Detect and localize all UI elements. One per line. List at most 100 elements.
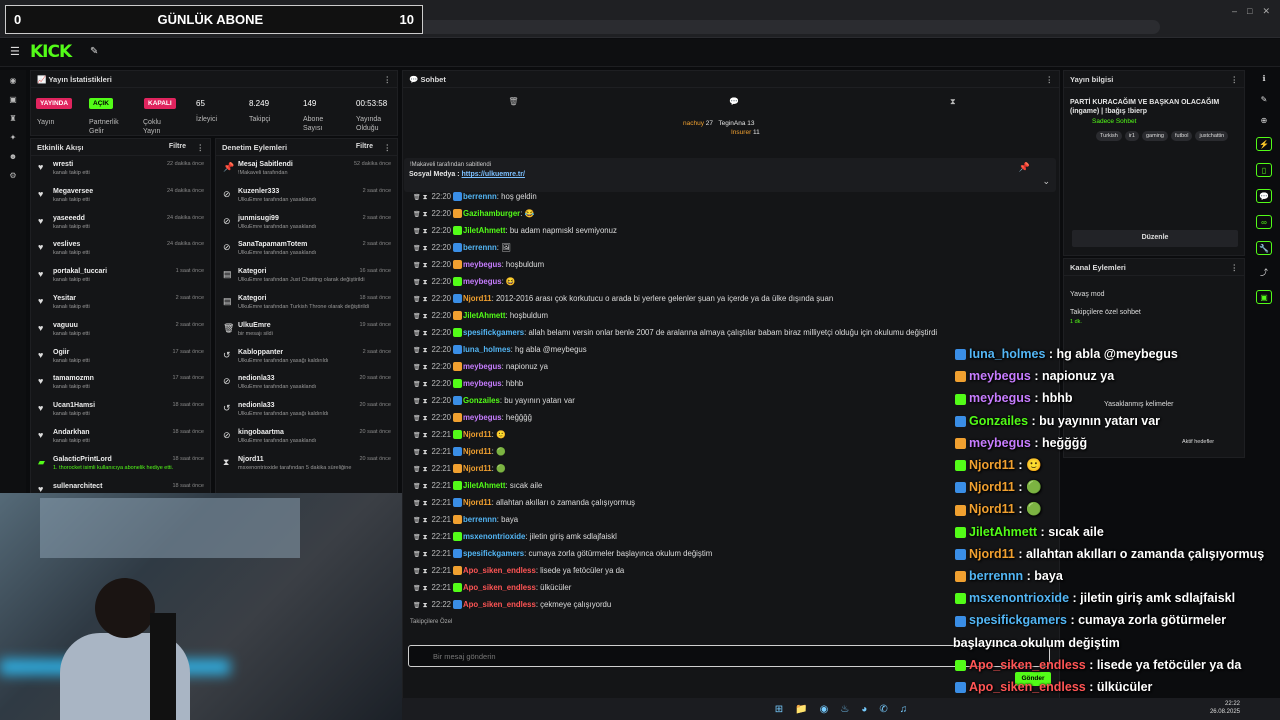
chat-username[interactable]: meybegus [463,277,502,286]
timeout-icon[interactable]: ⧗ [421,500,428,507]
edit-button[interactable]: Düzenle [1072,230,1238,247]
delete-icon[interactable]: 🗑 [413,365,421,371]
timeout-icon[interactable]: ⧗ [421,347,428,354]
timeout-icon[interactable]: ⧗ [421,398,428,405]
delete-icon[interactable]: 🗑 [413,484,421,490]
window-controls[interactable]: – □ ✕ [1232,6,1270,17]
chat-username[interactable]: msxenontrioxide [463,532,525,541]
minimize-icon[interactable]: – [1232,6,1237,17]
delete-icon[interactable]: 🗑 [413,535,421,541]
timeout-icon[interactable]: ⧗ [421,449,428,456]
chat-username[interactable]: berrennn [463,243,497,252]
delete-icon[interactable]: 🗑 [413,399,421,405]
chat-username[interactable]: Njord11 [463,498,492,507]
chat-username[interactable]: Njord11 [463,294,492,303]
timeout-icon[interactable]: ⧗ [421,364,428,371]
timeout-icon[interactable]: ⧗ [421,432,428,439]
delete-icon[interactable]: 🗑 [413,603,421,609]
chat-username[interactable]: luna_holmes [463,345,511,354]
folder-icon[interactable]: 📁 [795,704,807,715]
bolt-icon[interactable]: ⚡ [1256,137,1272,151]
delete-icon[interactable]: 🗑 [413,382,421,388]
delete-icon[interactable]: 🗑 [413,246,421,252]
chat-username[interactable]: Apo_siken_endless [463,600,536,609]
followers-chat-item[interactable]: Takipçilere özel sohbet [1070,309,1141,316]
kick-logo[interactable]: KICK [30,42,72,62]
video-icon[interactable]: ▣ [9,95,17,104]
steam-icon[interactable]: ♨ [840,704,849,715]
more-icon[interactable]: ⋮ [1231,75,1239,84]
crosshair-icon[interactable]: ⊕ [1261,116,1268,125]
delete-icon[interactable]: 🗑 [413,552,421,558]
star-icon[interactable]: ✦ [10,133,17,142]
timeout-icon[interactable]: ⧗ [421,381,428,388]
tag-chip[interactable]: justchattin [1195,131,1229,141]
timeout-icon[interactable]: ⧗ [421,245,428,252]
delete-icon[interactable]: 🗑 [413,263,421,269]
chat-username[interactable]: Njord11 [463,447,492,456]
timeout-icon[interactable]: ⧗ [421,279,428,286]
chat-username[interactable]: Njord11 [463,464,492,473]
active-goals-item[interactable]: Aktif hedefler [1182,439,1214,445]
chat-username[interactable]: meybegus [463,413,502,422]
timeout-icon[interactable]: ⧗ [421,517,428,524]
stream-icon[interactable]: ◉ [10,76,17,85]
tag-chip[interactable]: gaming [1141,131,1168,141]
slow-mode-item[interactable]: Yavaş mod [1070,291,1105,298]
link-icon[interactable]: ∞ [1256,215,1272,229]
pen-icon[interactable]: ✎ [90,46,98,57]
timeout-icon[interactable]: ⧗ [421,534,428,541]
timeout-icon[interactable]: ⧗ [421,568,428,575]
timeout-icon[interactable]: ⧗ [421,415,428,422]
delete-icon[interactable]: 🗑 [413,586,421,592]
partner-badge[interactable]: AÇIK [89,98,113,109]
timeout-icon[interactable]: ⧗ [421,194,428,201]
trophy-icon[interactable]: ♜ [9,114,16,123]
hourglass-icon[interactable]: ⧗ [950,97,956,107]
share-icon[interactable]: ⤴ [1260,267,1268,278]
settings-icon[interactable]: ⚙ [9,171,16,180]
timeout-icon[interactable]: ⧗ [421,262,428,269]
chat-username[interactable]: Apo_siken_endless [463,583,536,592]
chat-username[interactable]: meybegus [463,362,502,371]
more-icon[interactable]: ⋮ [1046,75,1054,84]
close-icon[interactable]: ✕ [1262,6,1270,17]
delete-icon[interactable]: 🗑 [413,348,421,354]
delete-icon[interactable]: 🗑 [413,467,421,473]
timeout-icon[interactable]: ⧗ [421,602,428,609]
timeout-icon[interactable]: ⧗ [421,466,428,473]
pinned-link[interactable]: https://ulkuemre.tr/ [462,171,525,178]
timeout-icon[interactable]: ⧗ [421,228,428,235]
banned-words-item[interactable]: Yasaklanmış kelimeler [1104,401,1174,408]
tag-chip[interactable]: futbol [1171,131,1193,141]
delete-icon[interactable]: 🗑 [413,229,421,235]
chat-username[interactable]: Gonzailes [463,396,500,405]
delete-icon[interactable]: 🗑 [413,195,421,201]
delete-icon[interactable]: 🗑 [413,314,421,320]
more-icon[interactable]: ⋮ [197,143,205,152]
pin-icon[interactable]: 📌 [1019,162,1030,173]
phone-icon[interactable]: ▯ [1256,163,1272,177]
chat-username[interactable]: Njord11 [463,430,492,439]
pen-icon[interactable]: ✎ [1261,95,1268,104]
discord-icon[interactable]: ◕ [861,704,867,715]
chat-username[interactable]: meybegus [463,260,502,269]
timeout-icon[interactable]: ⧗ [421,483,428,490]
chat-username[interactable]: JiletAhmett [463,481,505,490]
windows-icon[interactable]: ⊞ [775,704,783,715]
wrench-icon[interactable]: 🔧 [1256,241,1272,255]
tag-chip[interactable]: Turkish [1096,131,1122,141]
delete-icon[interactable]: 🗑 [413,450,421,456]
more-icon[interactable]: ⋮ [384,143,392,152]
more-icon[interactable]: ⋮ [384,75,392,84]
chat-username[interactable]: berrennn [463,192,497,201]
chevron-down-icon[interactable]: ⌄ [1042,176,1050,187]
timeout-icon[interactable]: ⧗ [421,585,428,592]
users-icon[interactable]: ☻ [9,152,17,161]
whatsapp-icon[interactable]: ✆ [879,704,887,715]
app-icon[interactable]: ▣ [1256,290,1272,304]
maximize-icon[interactable]: □ [1247,6,1252,17]
chat-username[interactable]: JiletAhmett [463,226,505,235]
chat-icon[interactable]: 💬 [1256,189,1272,203]
menu-icon[interactable]: ☰ [10,45,20,58]
